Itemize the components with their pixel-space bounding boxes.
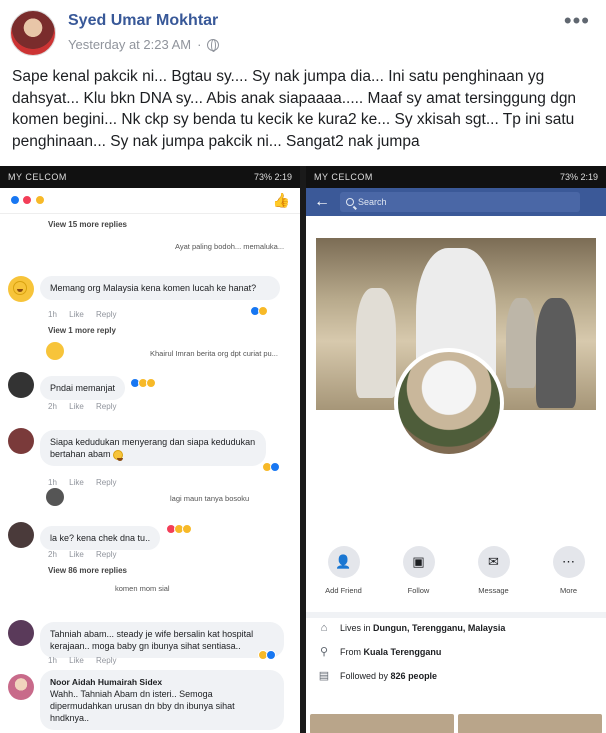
search-input[interactable]: Search [340, 192, 580, 212]
more-button[interactable]: ⋯ More [539, 546, 599, 595]
post-meta: Yesterday at 2:23 AM · [68, 37, 220, 52]
photo-tile[interactable] [310, 714, 454, 733]
add-friend-icon: 👤 [327, 546, 360, 578]
add-friend-button[interactable]: 👤 Add Friend [314, 546, 374, 595]
location-pin-icon: ⚲ [319, 646, 329, 658]
profile-action-buttons: 👤 Add Friend ▣ Follow ✉ Message ⋯ More [306, 546, 606, 595]
smile-emoji-icon [113, 449, 124, 461]
status-bar: MY CELCOM 73% 2:19 [0, 166, 300, 188]
love-reaction-icon [22, 194, 33, 205]
comment-reactions [262, 462, 280, 472]
comment-bubble: la ke? kena chek dna tu.. [40, 526, 161, 550]
commenter-avatar[interactable] [8, 522, 34, 548]
comment-reactions [130, 378, 156, 388]
section-divider [306, 612, 606, 618]
commenter-avatar[interactable] [8, 674, 34, 700]
comments-screenshot: MY CELCOM 73% 2:19 👍 View 15 more replie… [0, 166, 300, 733]
comment-reactions [250, 306, 268, 316]
reply-preview[interactable]: komen mom sial [115, 584, 170, 593]
follow-icon: ▣ [402, 546, 435, 578]
rss-feed-icon: ▤ [318, 670, 330, 682]
message-button[interactable]: ✉ Message [464, 546, 524, 595]
reply-avatar[interactable] [46, 488, 64, 506]
reply-preview[interactable]: Ayat paling bodoh... memaluka... [175, 242, 284, 251]
reply-avatar[interactable] [46, 342, 64, 360]
comment-actions[interactable]: 1h Like Reply [48, 656, 116, 665]
comment-bubble: Tahniah abam... steady je wife bersalin … [40, 622, 284, 658]
post-body-text: Sape kenal pakcik ni... Bgtau sy.... Sy … [12, 68, 577, 150]
thumbs-up-icon[interactable]: 👍 [273, 192, 290, 209]
reply-preview[interactable]: lagi maun tanya bosoku [170, 494, 249, 503]
attached-screenshots[interactable]: MY CELCOM 73% 2:19 👍 View 15 more replie… [0, 166, 606, 733]
reply-preview[interactable]: Khairul Imran berita org dpt curiat pu..… [150, 349, 278, 358]
more-options-icon[interactable]: ••• [564, 8, 590, 34]
comment-bubble: Noor Aidah Humairah Sidex Wahh.. Tahniah… [40, 670, 284, 730]
view-more-replies-link[interactable]: View 86 more replies [48, 566, 127, 575]
commenter-avatar[interactable] [8, 276, 34, 302]
info-lives-in: ⌂ Lives in Dungun, Terengganu, Malaysia [318, 622, 506, 634]
globe-icon [207, 38, 220, 52]
haha-reaction-icon [34, 194, 45, 205]
comment-bubble: Memang org Malaysia kena komen lucah ke … [40, 276, 280, 300]
facebook-search-bar: ← Search [306, 188, 606, 216]
search-icon [346, 198, 354, 206]
comment-bubble: Pndai memanjat [40, 376, 126, 400]
comment-reactions [166, 524, 192, 534]
reaction-summary: 👍 [0, 188, 300, 214]
comment-actions[interactable]: 2h Like Reply [48, 402, 116, 411]
back-arrow-icon[interactable]: ← [314, 193, 330, 211]
more-dots-icon: ⋯ [552, 546, 585, 578]
photo-grid-preview [306, 714, 606, 733]
profile-picture[interactable] [394, 348, 504, 458]
commenter-name[interactable]: Noor Aidah Humairah Sidex [50, 676, 274, 688]
post-timestamp[interactable]: Yesterday at 2:23 AM [68, 37, 191, 52]
commenter-avatar[interactable] [8, 372, 34, 398]
author-name[interactable]: Syed Umar Mokhtar [68, 12, 218, 30]
comment-actions[interactable]: 1h Like Reply [48, 478, 116, 487]
view-more-replies-link[interactable]: View 1 more reply [48, 326, 116, 335]
info-from: ⚲ From Kuala Terengganu [319, 646, 442, 658]
follow-button[interactable]: ▣ Follow [389, 546, 449, 595]
commenter-avatar[interactable] [8, 428, 34, 454]
commenter-avatar[interactable] [8, 620, 34, 646]
laughing-emoji-icon [13, 281, 27, 295]
comment-actions[interactable]: 1h Like Reply [48, 310, 116, 319]
author-avatar[interactable] [10, 10, 56, 56]
house-icon: ⌂ [320, 622, 328, 634]
comment-actions[interactable]: 2h Like Reply [48, 550, 116, 559]
view-more-replies-link[interactable]: View 15 more replies [48, 220, 127, 229]
profile-screenshot: MY CELCOM 73% 2:19 ← Search 👤 Add Friend… [306, 166, 606, 733]
comment-bubble: Siapa kedudukan menyerang dan siapa kedu… [40, 430, 266, 466]
post-header: Syed Umar Mokhtar Yesterday at 2:23 AM ·… [0, 0, 606, 60]
photo-tile[interactable] [458, 714, 602, 733]
comment-reactions [258, 650, 276, 660]
messenger-icon: ✉ [477, 546, 510, 578]
info-followed-by: ▤ Followed by 826 people [318, 670, 438, 682]
status-bar: MY CELCOM 73% 2:19 [306, 166, 606, 188]
like-reaction-icon [10, 194, 20, 205]
